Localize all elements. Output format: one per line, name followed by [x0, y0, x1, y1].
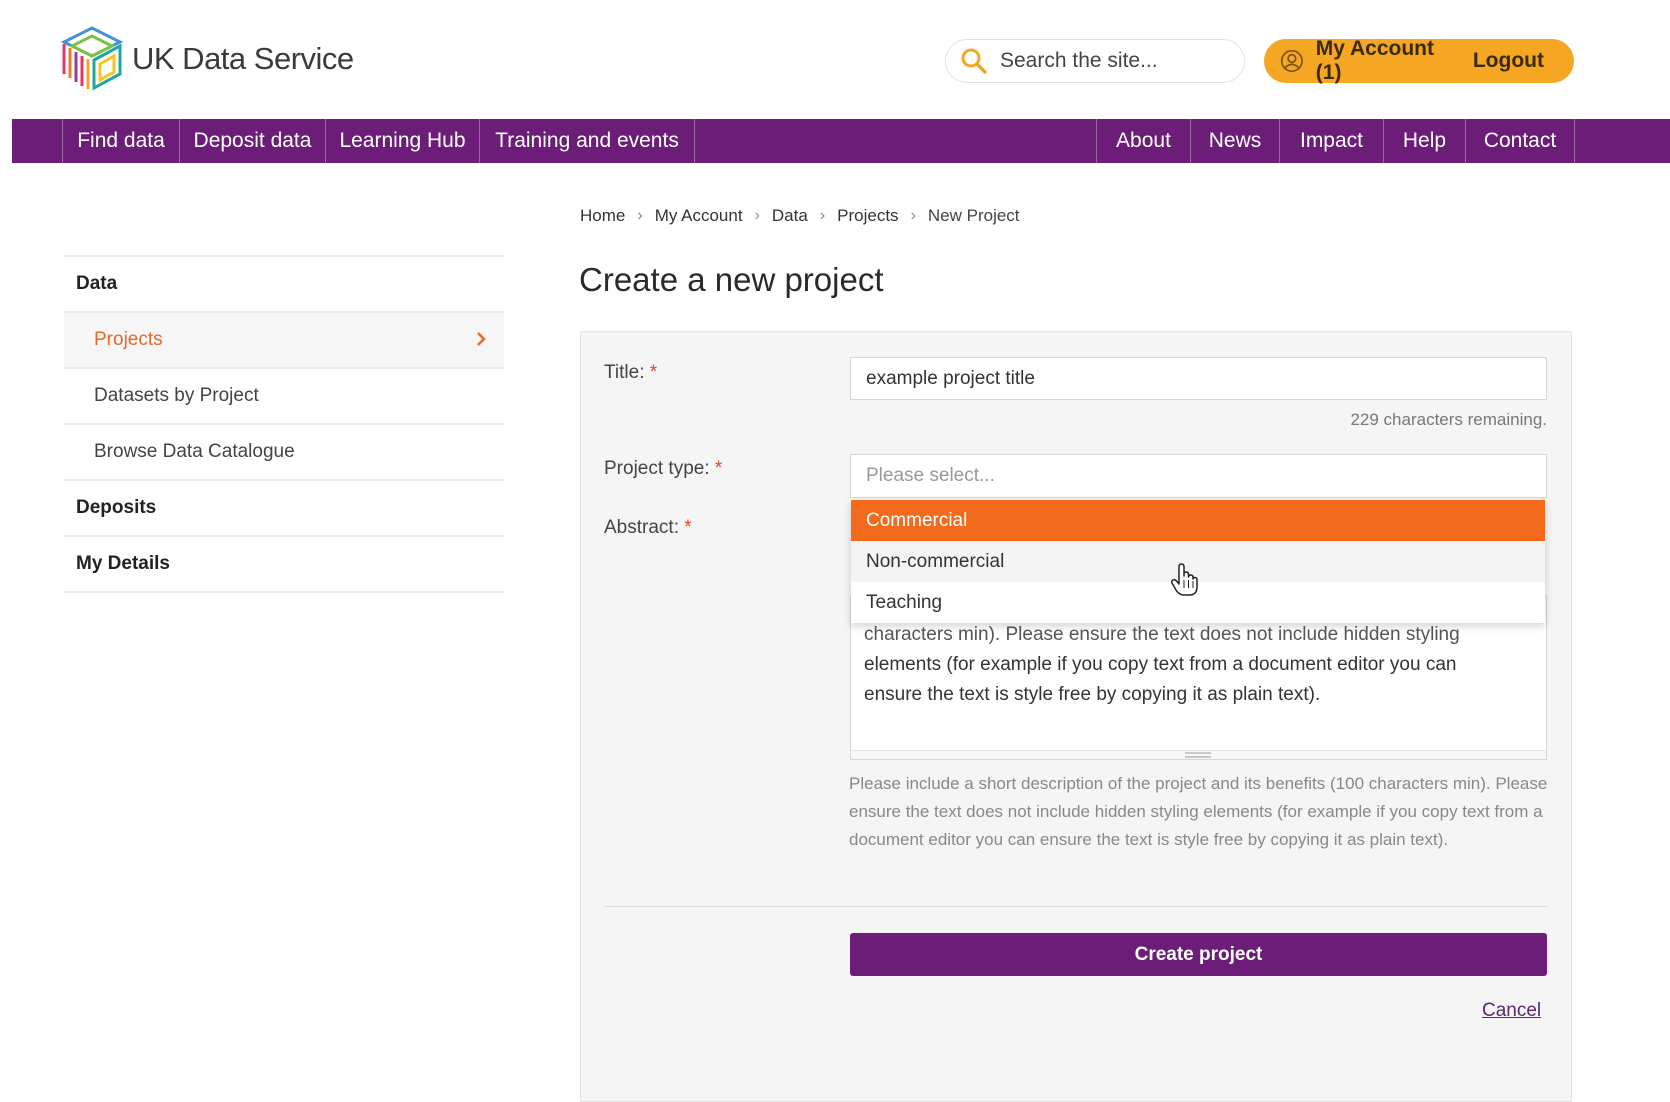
breadcrumb-home[interactable]: Home [580, 206, 625, 226]
characters-remaining: 229 characters remaining. [1350, 410, 1547, 429]
nav-learning-hub[interactable]: Learning Hub [325, 119, 479, 163]
option-non-commercial[interactable]: Non-commercial [851, 541, 1545, 582]
sidebar-heading-my-details[interactable]: My Details [64, 535, 504, 591]
nav-news[interactable]: News [1190, 119, 1279, 163]
project-type-select[interactable]: Please select... [850, 454, 1547, 498]
nav-deposit-data[interactable]: Deposit data [179, 119, 325, 163]
cancel-link[interactable]: Cancel [1482, 1000, 1541, 1022]
resize-handle-icon[interactable] [1185, 752, 1211, 758]
breadcrumb: Home › My Account › Data › Projects › Ne… [580, 206, 1020, 226]
abstract-help-text: Please include a short description of th… [849, 774, 1548, 849]
sidebar-heading-deposits[interactable]: Deposits [64, 479, 504, 535]
chevron-right-icon: › [637, 207, 643, 224]
sidebar: Data Projects Datasets by Project Browse… [64, 255, 504, 593]
abstract-label-text: Abstract: [604, 517, 679, 538]
breadcrumb-data[interactable]: Data [772, 206, 808, 226]
option-commercial[interactable]: Commercial [851, 500, 1545, 541]
logout-link[interactable]: Logout [1473, 49, 1544, 73]
sidebar-divider [64, 591, 504, 593]
title-label-text: Title: [604, 362, 645, 383]
abstract-text-line: ensure the text is style free by copying… [864, 684, 1321, 705]
required-marker: * [714, 458, 723, 479]
search-input[interactable] [1000, 49, 1220, 73]
project-type-dropdown: Commercial Non-commercial Teaching [851, 500, 1545, 623]
search-box[interactable] [945, 39, 1245, 83]
abstract-text-line: elements (for example if you copy text f… [864, 654, 1457, 675]
page-title: Create a new project [579, 261, 884, 298]
nav-about[interactable]: About [1096, 119, 1190, 163]
required-marker: * [649, 362, 658, 383]
site-logo[interactable]: UK Data Service [60, 26, 354, 92]
breadcrumb-projects[interactable]: Projects [837, 206, 898, 226]
nav-help[interactable]: Help [1383, 119, 1465, 163]
main-nav: Find data Deposit data Learning Hub Trai… [12, 119, 1670, 163]
required-marker: * [684, 517, 692, 538]
breadcrumb-my-account[interactable]: My Account [655, 206, 743, 226]
search-icon [961, 48, 987, 74]
nav-training-events[interactable]: Training and events [479, 119, 695, 163]
project-type-label: Project type: * [604, 458, 722, 480]
abstract-label: Abstract: * [604, 517, 692, 539]
chevron-right-icon: › [754, 207, 760, 224]
abstract-text-line: characters min). Please ensure the text … [864, 624, 1460, 645]
chevron-right-icon: › [819, 207, 826, 224]
option-teaching[interactable]: Teaching [851, 582, 1545, 623]
hand-cursor-icon [1170, 563, 1198, 596]
chevron-right-icon: › [910, 207, 916, 224]
form-divider [604, 906, 1548, 907]
nav-contact[interactable]: Contact [1465, 119, 1575, 163]
title-input[interactable] [850, 357, 1547, 400]
logo-text: UK Data Service [132, 41, 354, 76]
account-bar: My Account (1) Logout [1264, 37, 1574, 85]
site-header: UK Data Service My Account (1) Logout [0, 0, 1670, 118]
sidebar-item-browse-catalogue[interactable]: Browse Data Catalogue [64, 423, 504, 479]
nav-impact[interactable]: Impact [1279, 119, 1383, 163]
project-type-label-text: Project type: [604, 458, 710, 479]
sidebar-heading-data[interactable]: Data [64, 255, 504, 311]
sidebar-item-label: Projects [94, 329, 163, 350]
breadcrumb-new-project: New Project [927, 206, 1020, 225]
title-label: Title: * [604, 362, 657, 384]
logo-icon [60, 26, 124, 91]
sidebar-item-projects[interactable]: Projects [64, 311, 504, 367]
chevron-right-icon [477, 332, 486, 346]
sidebar-item-datasets-by-project[interactable]: Datasets by Project [64, 367, 504, 423]
nav-find-data[interactable]: Find data [62, 119, 179, 163]
my-account-link[interactable]: My Account (1) [1316, 37, 1443, 85]
user-icon [1280, 49, 1303, 73]
create-project-button[interactable]: Create project [850, 933, 1547, 976]
